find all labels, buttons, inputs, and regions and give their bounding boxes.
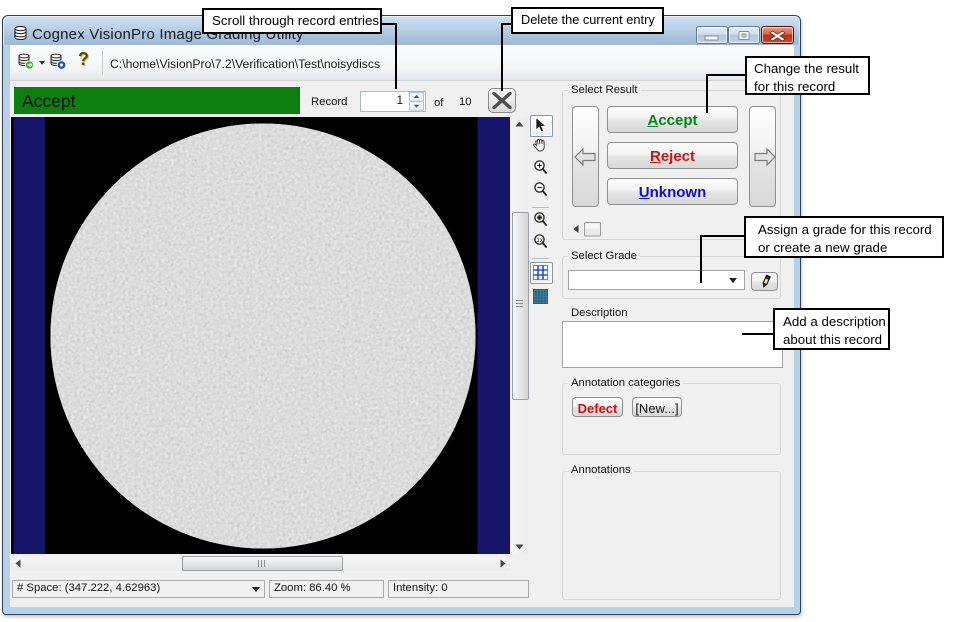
svg-text:1x: 1x bbox=[536, 237, 544, 244]
